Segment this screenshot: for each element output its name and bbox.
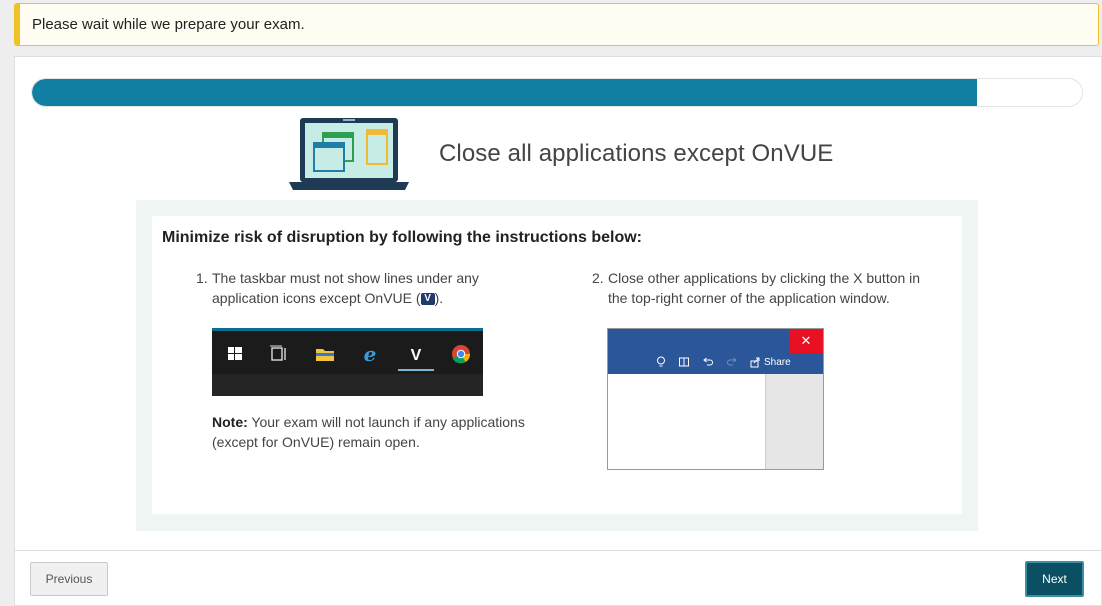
note-text: Note: Your exam will not launch if any a… — [212, 412, 572, 452]
progress-fill — [32, 79, 977, 106]
onvue-badge-icon: V — [420, 293, 435, 306]
task-view-icon — [270, 345, 286, 361]
chrome-icon — [452, 345, 471, 364]
step-1-text: The taskbar must not show lines under an… — [212, 268, 516, 308]
window-side-pane — [765, 374, 823, 469]
alert-text: Please wait while we prepare your exam. — [32, 16, 305, 33]
taskbar-example-image: e V — [212, 328, 483, 396]
onvue-icon: V — [411, 347, 422, 364]
onvue-active-underline — [398, 369, 434, 371]
step-1-number: 1. — [196, 270, 208, 286]
lightbulb-icon — [657, 356, 665, 367]
window-example-image: ✕ Share — [607, 328, 824, 470]
step-2-number: 2. — [592, 270, 604, 286]
footer-bar: Previous Next — [15, 550, 1101, 605]
windows-start-icon — [228, 347, 242, 360]
close-icon: ✕ — [789, 329, 823, 353]
previous-button[interactable]: Previous — [30, 562, 108, 596]
instructions-container: Minimize risk of disruption by following… — [136, 200, 978, 531]
book-icon — [679, 357, 689, 367]
note-label: Note: — [212, 414, 248, 430]
laptop-windows-icon — [289, 118, 409, 190]
page-title: Close all applications except OnVUE — [439, 140, 834, 167]
exam-setup-panel: Close all applications except OnVUE Mini… — [14, 56, 1102, 606]
next-button[interactable]: Next — [1025, 561, 1084, 597]
note-body: Your exam will not launch if any applica… — [212, 414, 525, 450]
svg-text:V: V — [411, 347, 422, 364]
window-toolbar: Share — [656, 356, 791, 368]
instructions-heading: Minimize risk of disruption by following… — [162, 229, 643, 246]
share-label: Share — [764, 356, 791, 368]
file-explorer-icon — [316, 349, 334, 361]
share-icon — [750, 357, 760, 367]
step-1-text-after: ). — [434, 290, 444, 306]
status-alert: Please wait while we prepare your exam. — [14, 3, 1099, 46]
svg-text:e: e — [364, 342, 377, 366]
step-2-text: Close other applications by clicking the… — [608, 270, 921, 306]
window-titlebar: ✕ Share — [608, 329, 823, 374]
progress-bar — [31, 78, 1083, 107]
instructions-card: Minimize risk of disruption by following… — [152, 216, 962, 514]
redo-icon — [727, 357, 737, 366]
step-2: 2. Close other applications by clicking … — [592, 268, 942, 308]
internet-explorer-icon: e — [364, 342, 377, 366]
taskbar-lower-strip — [212, 374, 483, 396]
step-1: 1. The taskbar must not show lines under… — [196, 268, 516, 308]
undo-icon — [703, 357, 713, 366]
